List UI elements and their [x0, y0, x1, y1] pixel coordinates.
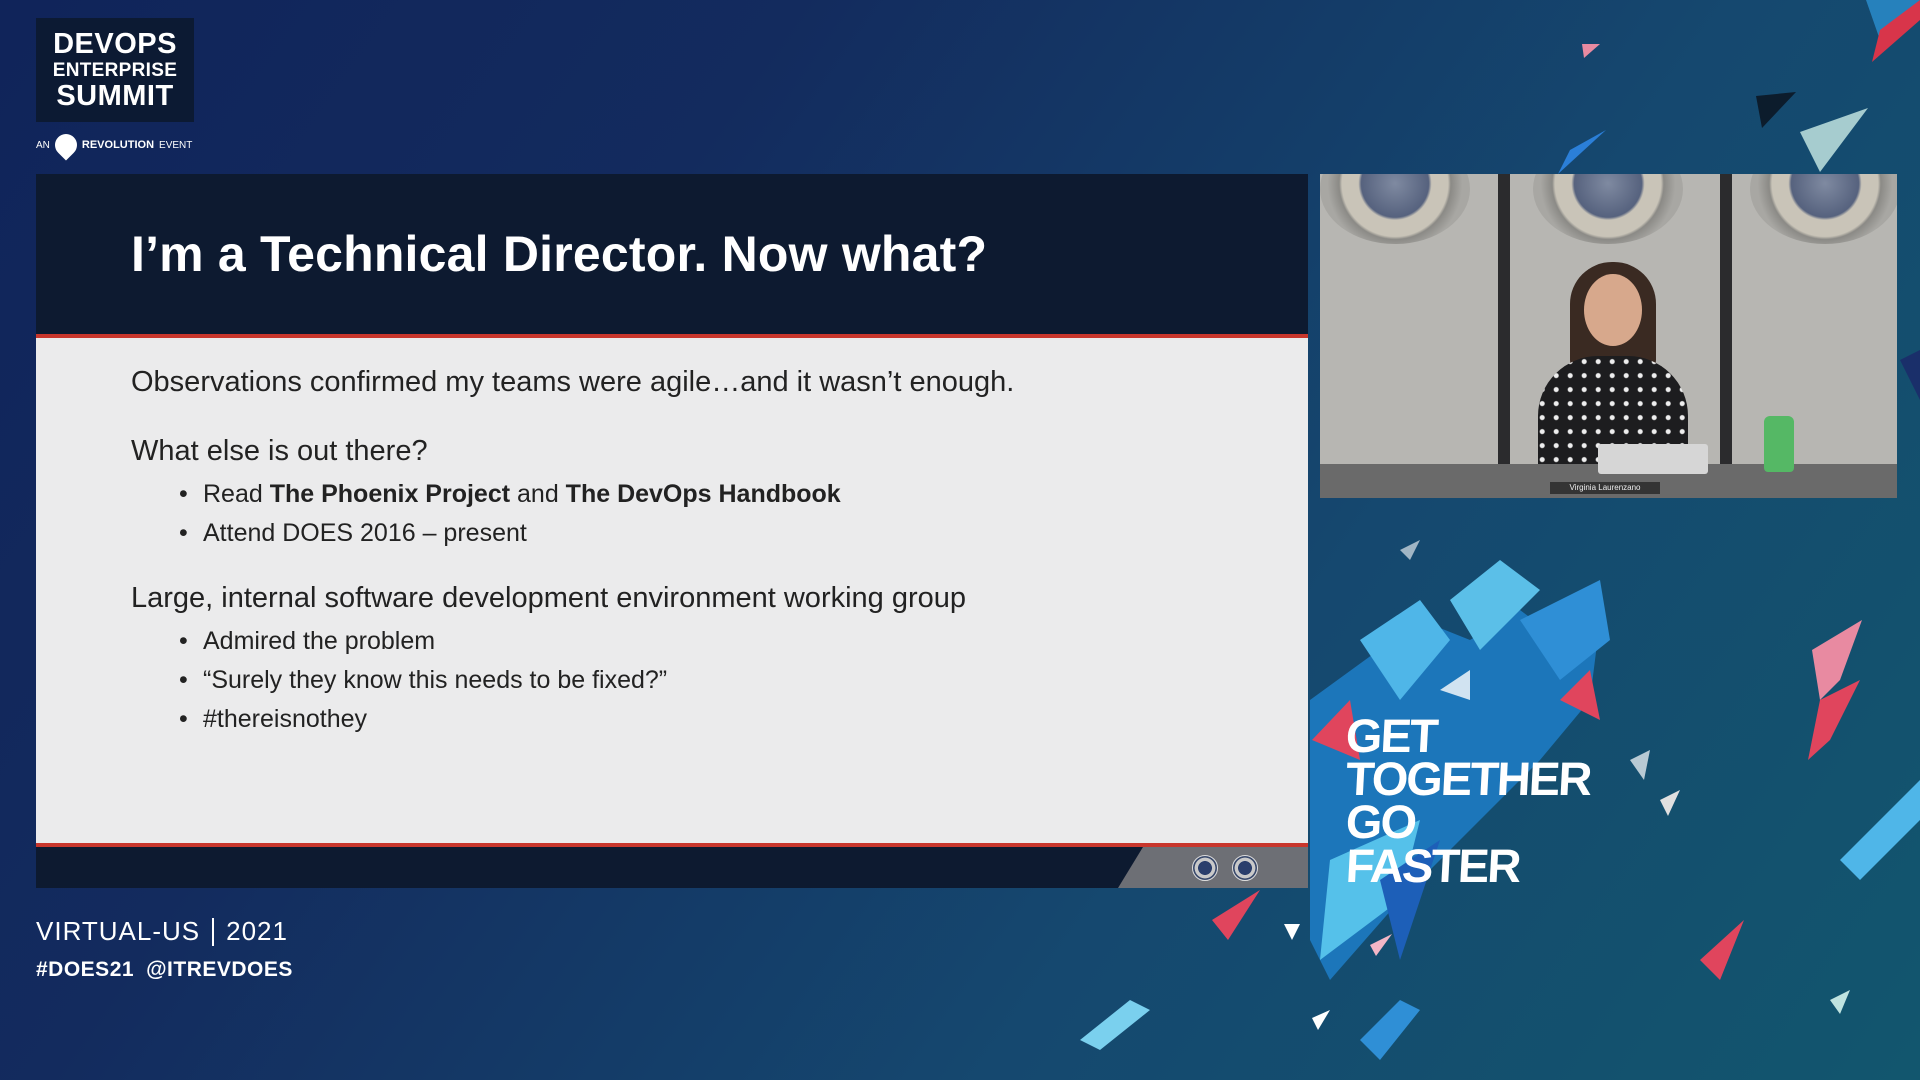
tagline-line: GET [1344, 709, 1439, 762]
event-location-year: VIRTUAL-US 2021 [36, 916, 288, 947]
bullet-item: “Surely they know this needs to be fixed… [179, 666, 1308, 695]
wall-seal-icon [1533, 174, 1683, 244]
devops-summit-logo: DEVOPS ENTERPRISE SUMMIT [36, 18, 194, 122]
water-bottle [1764, 416, 1794, 472]
bullet-item: Attend DOES 2016 – present [179, 519, 1308, 548]
bullet-item: #thereisnothey [179, 705, 1308, 734]
logo-sub-brand: REVOLUTION [81, 139, 155, 151]
book-title: The Phoenix Project [269, 480, 511, 508]
wall-panel [1498, 174, 1510, 474]
speaker-video: Virginia Laurenzano [1320, 174, 1897, 498]
slide-intro: Observations confirmed my teams were agi… [131, 366, 1015, 398]
wall-panel [1720, 174, 1732, 474]
event-hashtag: #DOES21 [36, 958, 135, 981]
event-location: VIRTUAL-US [36, 916, 201, 946]
tagline-line: GO [1344, 795, 1417, 849]
wall-seal-icon [1320, 174, 1470, 244]
laptop [1598, 444, 1708, 474]
logo-text-devops: DEVOPS [53, 27, 177, 60]
slide-body: Observations confirmed my teams were agi… [36, 338, 1308, 734]
bullet-text: and [510, 480, 566, 508]
tagline-line: FASTER [1344, 838, 1521, 892]
slide-footer [36, 843, 1308, 888]
slide-section-working-group: Large, internal software development env… [131, 582, 1308, 734]
bullet-text: Read [203, 480, 270, 508]
book-title: The DevOps Handbook [565, 480, 841, 508]
event-year: 2021 [226, 916, 288, 946]
bullet-list: Admired the problem “Surely they know th… [131, 627, 1308, 734]
logo-sub-prefix: AN [36, 139, 50, 151]
event-handle: @ITREVDOES [146, 958, 293, 981]
event-social: #DOES21 @ITREVDOES [36, 958, 293, 982]
wall-seal-icon [1750, 174, 1897, 244]
logo-sub-suffix: EVENT [159, 139, 193, 151]
speaker-name-tag: Virginia Laurenzano [1550, 482, 1660, 494]
revolution-event-mark: AN REVOLUTION EVENT [36, 129, 193, 161]
slide-title: I’m a Technical Director. Now what? [131, 226, 988, 282]
revolution-icon [50, 129, 82, 161]
bullet-item: Read The Phoenix Project and The DevOps … [179, 480, 1308, 509]
section-heading: What else is out there? [131, 435, 428, 467]
section-heading: Large, internal software development env… [131, 582, 967, 614]
slide-section-resources: What else is out there? Read The Phoenix… [131, 435, 1308, 548]
tagline-line: TOGETHER [1344, 752, 1592, 806]
logo-text-summit: SUMMIT [56, 79, 174, 112]
logo-text-enterprise: ENTERPRISE [52, 59, 178, 81]
speaker-head [1584, 274, 1642, 346]
divider [212, 917, 215, 946]
footer-seal-area [1118, 847, 1308, 888]
slide-header: I’m a Technical Director. Now what? [36, 174, 1308, 338]
seal-icon [1232, 854, 1258, 881]
bullet-item: Admired the problem [179, 627, 1308, 656]
seal-icon [1192, 854, 1218, 881]
bullet-list: Read The Phoenix Project and The DevOps … [131, 480, 1308, 548]
presentation-slide: I’m a Technical Director. Now what? Obse… [36, 174, 1308, 888]
get-together-go-faster-tagline: GET TOGETHER GO FASTER [1344, 709, 1592, 892]
